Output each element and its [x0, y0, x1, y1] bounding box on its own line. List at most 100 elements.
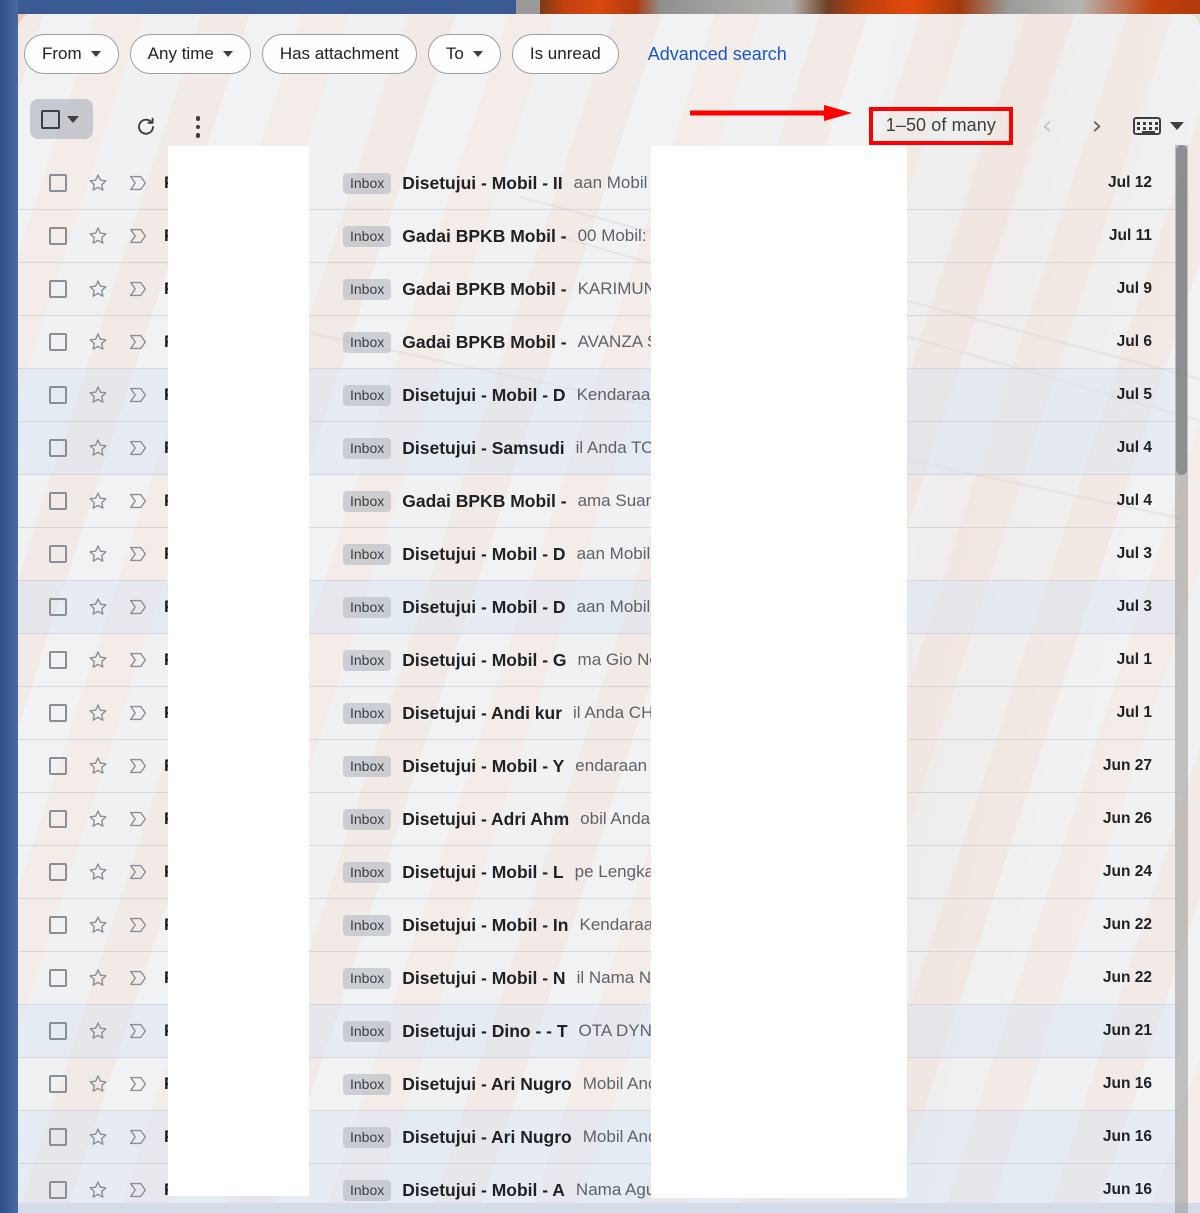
row-checkbox[interactable]	[38, 280, 78, 298]
importance-marker-icon[interactable]	[118, 808, 158, 830]
importance-marker-icon[interactable]	[118, 967, 158, 989]
chip-to[interactable]: To	[427, 34, 501, 74]
label-chip-inbox: Inbox	[343, 1073, 392, 1095]
star-icon[interactable]	[78, 861, 118, 883]
star-icon[interactable]	[78, 914, 118, 936]
more-options-button[interactable]	[183, 111, 213, 143]
importance-marker-icon[interactable]	[118, 755, 158, 777]
star-icon[interactable]	[78, 331, 118, 353]
importance-marker-icon[interactable]	[118, 596, 158, 618]
importance-marker-icon[interactable]	[118, 1126, 158, 1148]
importance-marker-icon[interactable]	[118, 331, 158, 353]
checkbox-icon	[49, 1181, 67, 1199]
checkbox-icon	[49, 280, 67, 298]
row-date: Jul 3	[1116, 598, 1152, 615]
star-icon[interactable]	[78, 384, 118, 406]
list-scrollbar[interactable]	[1175, 145, 1188, 1213]
importance-marker-icon[interactable]	[118, 225, 158, 247]
advanced-search-link[interactable]: Advanced search	[648, 44, 787, 65]
star-icon[interactable]	[78, 1020, 118, 1042]
chip-has-attachment[interactable]: Has attachment	[261, 34, 417, 74]
row-checkbox[interactable]	[38, 651, 78, 669]
label-chip-inbox: Inbox	[343, 967, 392, 989]
label-chip-inbox: Inbox	[343, 331, 392, 353]
importance-marker-icon[interactable]	[118, 437, 158, 459]
checkbox-icon	[49, 1128, 67, 1146]
star-icon[interactable]	[78, 278, 118, 300]
importance-marker-icon[interactable]	[118, 1020, 158, 1042]
importance-marker-icon[interactable]	[118, 702, 158, 724]
row-checkbox[interactable]	[38, 1128, 78, 1146]
select-all-control[interactable]	[30, 99, 93, 139]
star-icon[interactable]	[78, 1179, 118, 1201]
label-chip-inbox: Inbox	[343, 225, 392, 247]
redaction-overlay-subject	[651, 146, 907, 1198]
row-subject: Disetujui - Mobil - In	[402, 914, 569, 935]
star-icon[interactable]	[78, 808, 118, 830]
importance-marker-icon[interactable]	[118, 490, 158, 512]
importance-marker-icon[interactable]	[118, 384, 158, 406]
star-icon[interactable]	[78, 225, 118, 247]
row-checkbox[interactable]	[38, 545, 78, 563]
star-icon[interactable]	[78, 649, 118, 671]
checkbox-icon	[49, 386, 67, 404]
importance-marker-icon[interactable]	[118, 172, 158, 194]
label-chip-inbox: Inbox	[343, 808, 392, 830]
row-checkbox[interactable]	[38, 1075, 78, 1093]
chip-any-time[interactable]: Any time	[129, 34, 251, 74]
row-checkbox[interactable]	[38, 333, 78, 351]
checkbox-icon[interactable]	[41, 109, 60, 129]
previous-page-button[interactable]: ‹	[1027, 107, 1067, 145]
star-icon[interactable]	[78, 543, 118, 565]
row-date: Jun 16	[1102, 1075, 1152, 1092]
star-icon[interactable]	[78, 490, 118, 512]
row-checkbox[interactable]	[38, 704, 78, 722]
row-subject: Gadai BPKB Mobil -	[402, 490, 567, 511]
label-chip-inbox: Inbox	[343, 649, 392, 671]
star-icon[interactable]	[78, 702, 118, 724]
more-vertical-icon	[195, 133, 201, 138]
row-checkbox[interactable]	[38, 598, 78, 616]
row-checkbox[interactable]	[38, 810, 78, 828]
star-icon[interactable]	[78, 1126, 118, 1148]
chevron-down-icon	[472, 51, 483, 57]
importance-marker-icon[interactable]	[118, 649, 158, 671]
checkbox-icon	[49, 545, 67, 563]
chevron-down-icon[interactable]	[67, 115, 79, 123]
row-checkbox[interactable]	[38, 492, 78, 510]
window-left-edge	[0, 0, 18, 1213]
row-checkbox[interactable]	[38, 174, 78, 192]
importance-marker-icon[interactable]	[118, 543, 158, 565]
row-date: Jun 16	[1102, 1181, 1152, 1198]
star-icon[interactable]	[78, 967, 118, 989]
row-checkbox[interactable]	[38, 757, 78, 775]
importance-marker-icon[interactable]	[118, 914, 158, 936]
star-icon[interactable]	[78, 596, 118, 618]
row-subject: Disetujui - Ari Nugro	[402, 1126, 572, 1147]
star-icon[interactable]	[78, 755, 118, 777]
row-checkbox[interactable]	[38, 386, 78, 404]
row-checkbox[interactable]	[38, 227, 78, 245]
pagination-range-highlight[interactable]: 1–50 of many	[868, 107, 1013, 145]
checkbox-icon	[49, 174, 67, 192]
row-checkbox[interactable]	[38, 916, 78, 934]
importance-marker-icon[interactable]	[118, 1073, 158, 1095]
importance-marker-icon[interactable]	[118, 1179, 158, 1201]
importance-marker-icon[interactable]	[118, 861, 158, 883]
chip-from[interactable]: From	[24, 34, 119, 74]
refresh-button[interactable]	[130, 111, 162, 143]
input-tools-button[interactable]	[1133, 117, 1184, 135]
row-checkbox[interactable]	[38, 1181, 78, 1199]
star-icon[interactable]	[78, 437, 118, 459]
star-icon[interactable]	[78, 172, 118, 194]
importance-marker-icon[interactable]	[118, 278, 158, 300]
row-checkbox[interactable]	[38, 439, 78, 457]
next-page-button[interactable]: ›	[1077, 107, 1117, 145]
star-icon[interactable]	[78, 1073, 118, 1095]
row-checkbox[interactable]	[38, 863, 78, 881]
row-checkbox[interactable]	[38, 1022, 78, 1040]
scrollbar-thumb[interactable]	[1176, 145, 1187, 475]
chip-is-unread[interactable]: Is unread	[511, 34, 619, 74]
row-checkbox[interactable]	[38, 969, 78, 987]
row-date: Jun 22	[1102, 916, 1152, 933]
